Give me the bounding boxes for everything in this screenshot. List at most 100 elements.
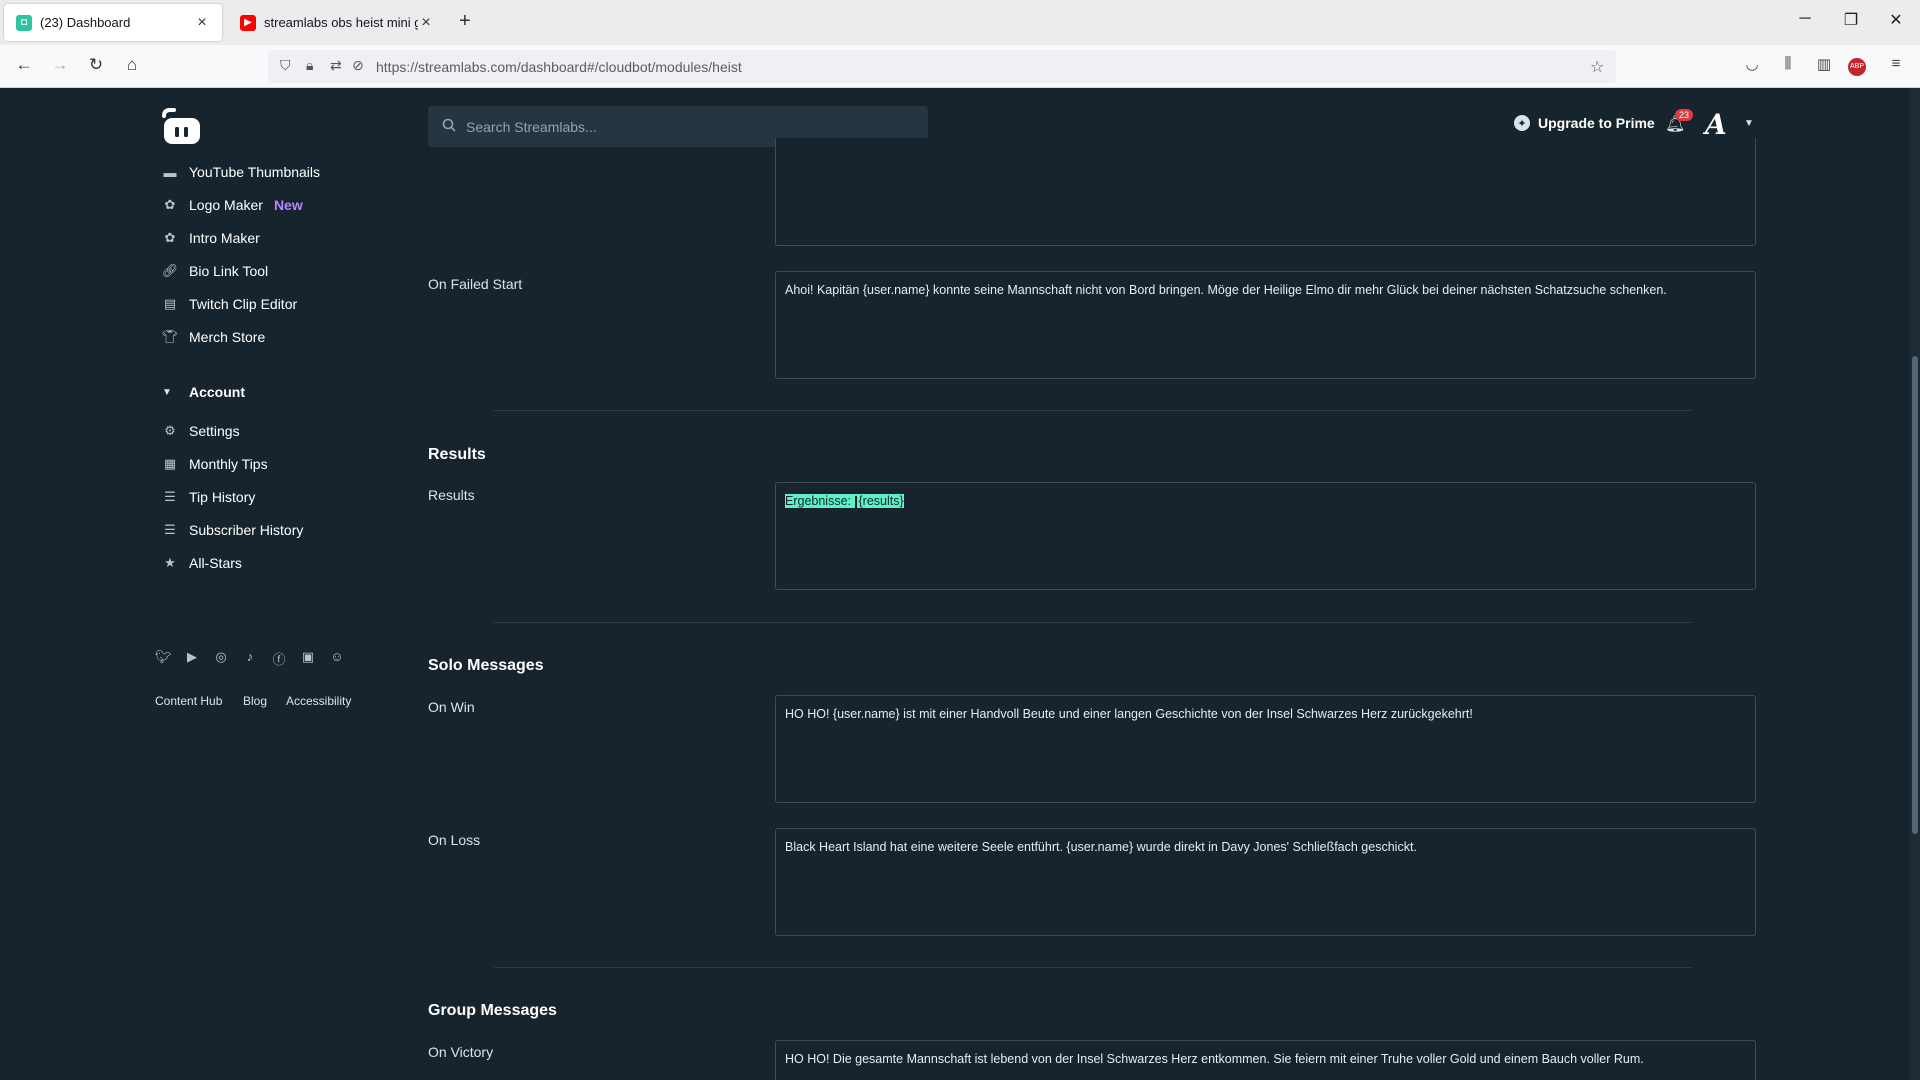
upgrade-to-prime-button[interactable]: ✦ Upgrade to Prime [1514,115,1655,131]
field-text: Black Heart Island hat eine weitere Seel… [785,840,1417,854]
home-icon[interactable]: ⌂ [120,55,144,75]
reload-icon[interactable]: ↻ [84,55,108,75]
results-label: Results [428,487,475,503]
close-tab-icon[interactable]: × [194,14,210,32]
list-icon: ☰ [164,489,176,504]
sidebar-icon[interactable]: ▥ [1812,55,1836,73]
minimize-icon[interactable]: ─ [1790,10,1820,28]
tab-dashboard[interactable]: ◘ (23) Dashboard × [4,4,222,41]
forward-icon[interactable]: → [48,55,72,75]
on-win-field[interactable]: HO HO! {user.name} ist mit einer Handvol… [775,695,1756,803]
top-message-field[interactable] [775,138,1756,246]
field-text: Ahoi! Kapitän {user.name} konnte seine M… [785,283,1667,297]
sidebar-item-subscriber-history[interactable]: ☰ Subscriber History [162,522,303,538]
browser-tab-bar: ◘ (23) Dashboard × ▶ streamlabs obs heis… [0,0,1920,45]
field-text: HO HO! Die gesamte Mannschaft ist lebend… [785,1052,1644,1066]
sidebar-item-label: Twitch Clip Editor [189,296,298,312]
avatar[interactable]: A [1705,108,1733,141]
new-badge: New [273,197,303,213]
instagram-icon[interactable]: ◎ [213,649,229,665]
upgrade-label: Upgrade to Prime [1538,115,1655,131]
facebook-icon[interactable]: ⓕ [271,649,287,668]
shirt-icon: 👕︎ [161,329,179,344]
sidebar-item-logo-maker[interactable]: ✿ Logo Maker New [162,197,303,213]
youtube-icon[interactable]: ▶ [184,649,200,665]
sidebar-item-settings[interactable]: ⚙ Settings [162,423,240,439]
sidebar-item-youtube-thumbnails[interactable]: ▬ YouTube Thumbnails [162,164,321,180]
tab-youtube[interactable]: ▶ streamlabs obs heist mini game × [228,4,446,41]
section-divider [494,622,1692,623]
tracking-icon[interactable]: ⊘ [352,57,364,74]
list-icon: ☰ [164,522,176,537]
tiktok-icon[interactable]: ♪ [242,649,258,664]
bookmark-star-icon[interactable]: ☆ [1590,57,1604,77]
adblock-icon[interactable]: ABP [1848,58,1866,76]
twitter-icon[interactable]: 🐦︎ [155,649,172,665]
logo-maker-icon: ✿ [164,197,176,212]
gear-icon: ⚙ [164,423,176,438]
tab-title: (23) Dashboard [40,15,131,30]
thumbnail-icon: ▬ [163,164,177,180]
on-loss-field[interactable]: Black Heart Island hat eine weitere Seel… [775,828,1756,936]
sidebar-item-bio-link-tool[interactable]: 🔗︎ Bio Link Tool [162,263,268,279]
library-icon[interactable]: ⫼ [1776,55,1800,72]
text-before-cursor: Ergebnisse: [785,494,855,508]
footer-link-content-hub[interactable]: Content Hub [155,694,222,708]
scrollbar-thumb[interactable] [1912,356,1918,834]
on-loss-label: On Loss [428,832,481,848]
group-messages-heading: Group Messages [428,1002,557,1019]
footer-link-accessibility[interactable]: Accessibility [286,694,351,708]
sidebar-item-label: Logo Maker [189,197,263,213]
sidebar-item-label: Settings [189,423,240,439]
intro-maker-icon: ✿ [164,230,176,245]
chevron-down-icon: ▼ [162,386,172,398]
url-bar[interactable]: ⛉ 🔒︎ ⇄ ⊘ https://streamlabs.com/dashboar… [268,50,1616,83]
url-text[interactable]: https://streamlabs.com/dashboard#/cloudb… [376,59,742,75]
menu-icon[interactable]: ≡ [1884,55,1908,72]
sidebar-item-tip-history[interactable]: ☰ Tip History [162,489,255,505]
back-icon[interactable]: ← [12,55,36,75]
on-failed-start-label: On Failed Start [428,276,523,292]
restore-icon[interactable]: ❐ [1836,10,1866,30]
field-text: HO HO! {user.name} ist mit einer Handvol… [785,707,1473,721]
sidebar-item-label: Subscriber History [189,522,304,538]
sidebar-item-label: YouTube Thumbnails [189,164,321,180]
new-tab-button[interactable]: + [459,10,471,33]
discord-icon[interactable]: ☺ [329,649,345,664]
chevron-down-icon[interactable]: ▼ [1744,118,1754,129]
close-window-icon[interactable]: ✕ [1881,10,1911,30]
browser-nav-bar: ← → ↻ ⌂ ⛉ 🔒︎ ⇄ ⊘ https://streamlabs.com/… [0,45,1920,88]
lock-icon[interactable]: 🔒︎ [306,57,313,74]
sidebar-item-monthly-tips[interactable]: ▦ Monthly Tips [162,456,268,472]
sidebar-item-merch-store[interactable]: 👕︎ Merch Store [161,329,266,345]
section-divider [494,967,1692,968]
linkedin-icon[interactable]: ▣ [300,649,316,665]
sidebar-item-label: Intro Maker [189,230,260,246]
sidebar-item-all-stars[interactable]: ★ All-Stars [162,555,242,571]
streamlabs-logo[interactable] [160,106,204,146]
on-victory-field[interactable]: HO HO! Die gesamte Mannschaft ist lebend… [775,1040,1756,1080]
on-victory-label: On Victory [428,1044,494,1060]
pocket-icon[interactable]: ◡ [1740,55,1764,73]
section-divider [494,410,1692,411]
sidebar-item-label: Bio Link Tool [189,263,269,279]
text-after-cursor: {results} [858,494,904,508]
sidebar-item-intro-maker[interactable]: ✿ Intro Maker [162,230,260,246]
clip-editor-icon: ▤ [163,296,177,311]
link-icon: 🔗︎ [161,263,179,278]
footer-link-blog[interactable]: Blog [243,694,267,708]
sidebar-item-twitch-clip-editor[interactable]: ▤ Twitch Clip Editor [162,296,297,312]
streamlabs-favicon-icon: ◘ [16,14,32,31]
tab-title: streamlabs obs heist mini game [264,15,418,30]
star-icon: ★ [164,555,176,570]
permissions-icon[interactable]: ⇄ [330,57,342,74]
calendar-icon: ▦ [163,456,177,471]
close-tab-icon[interactable]: × [418,14,434,32]
account-section-toggle[interactable]: ▼ Account [162,384,245,400]
results-field[interactable]: Ergebnisse: {results} [775,482,1756,590]
solo-messages-heading: Solo Messages [428,657,544,674]
shield-icon[interactable]: ⛉ [280,57,291,74]
on-failed-start-field[interactable]: Ahoi! Kapitän {user.name} konnte seine M… [775,271,1756,379]
notification-badge: 23 [1675,109,1694,121]
selected-text: Ergebnisse: {results} [785,494,904,508]
